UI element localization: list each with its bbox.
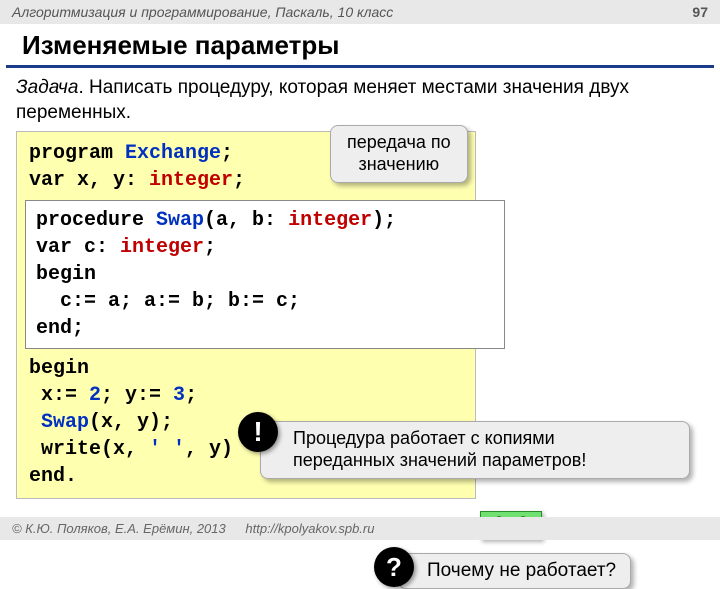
task-label: Задача xyxy=(16,77,78,98)
footer-url[interactable]: http://kpolyakov.spb.ru xyxy=(245,521,374,536)
task-text: Задача. Написать процедуру, которая меня… xyxy=(0,68,720,131)
footer: © К.Ю. Поляков, Е.А. Ерёмин, 2013 http:/… xyxy=(0,517,720,540)
callout-copies: Процедура работает с копиями переданных … xyxy=(260,421,690,478)
content-area: передача по значению program Exchange; v… xyxy=(0,131,720,499)
code-block-procedure: procedure Swap(a, b: integer); var c: in… xyxy=(25,200,505,349)
course-label: Алгоритмизация и программирование, Паска… xyxy=(12,4,393,20)
page-number: 97 xyxy=(692,4,708,20)
callout-pass-by-value: передача по значению xyxy=(330,125,468,182)
task-body: . Написать процедуру, которая меняет мес… xyxy=(16,77,629,123)
callout-why: Почему не работает? xyxy=(398,553,631,589)
header: Алгоритмизация и программирование, Паска… xyxy=(0,0,720,24)
copyright: © К.Ю. Поляков, Е.А. Ерёмин, 2013 xyxy=(12,521,226,536)
page-title: Изменяемые параметры xyxy=(6,24,714,68)
